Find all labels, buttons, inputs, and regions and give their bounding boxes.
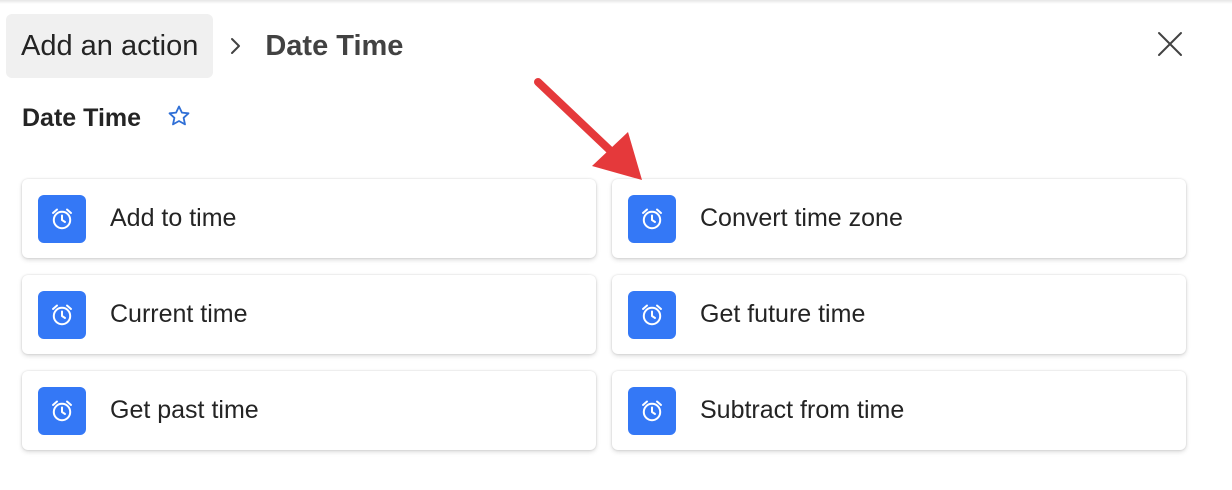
alarm-clock-icon: [38, 290, 86, 339]
action-card-subtract-from-time[interactable]: Subtract from time: [612, 371, 1186, 450]
close-button[interactable]: [1150, 26, 1190, 66]
action-card-current-time[interactable]: Current time: [22, 275, 596, 354]
alarm-clock-icon: [38, 386, 86, 435]
red-arrow-icon: [534, 78, 642, 180]
action-list: Add to time Convert time zone Current time…: [22, 179, 1186, 450]
chevron-right-icon: [225, 36, 245, 56]
panel-top-shadow: [0, 0, 1232, 4]
action-label: Get future time: [700, 300, 866, 328]
breadcrumb-date-time: Date Time: [265, 29, 404, 62]
action-card-convert-time-zone[interactable]: Convert time zone: [612, 179, 1186, 258]
action-label: Get past time: [110, 396, 259, 424]
close-icon: [1156, 30, 1184, 63]
star-outline-icon: [167, 104, 191, 133]
section-title: Date Time: [22, 103, 142, 132]
breadcrumb-add-an-action[interactable]: Add an action: [6, 14, 214, 78]
action-card-add-to-time[interactable]: Add to time: [22, 179, 596, 258]
breadcrumb: Add an action Date Time: [6, 14, 403, 78]
action-card-get-past-time[interactable]: Get past time: [22, 371, 596, 450]
alarm-clock-icon: [38, 194, 86, 243]
alarm-clock-icon: [628, 290, 676, 339]
action-label: Convert time zone: [700, 204, 903, 232]
action-card-get-future-time[interactable]: Get future time: [612, 275, 1186, 354]
action-label: Add to time: [110, 204, 237, 232]
favorite-button[interactable]: [166, 105, 192, 131]
action-label: Subtract from time: [700, 396, 905, 424]
section-header: Date Time: [22, 98, 192, 138]
alarm-clock-icon: [628, 386, 676, 435]
action-label: Current time: [110, 300, 248, 328]
alarm-clock-icon: [628, 194, 676, 243]
